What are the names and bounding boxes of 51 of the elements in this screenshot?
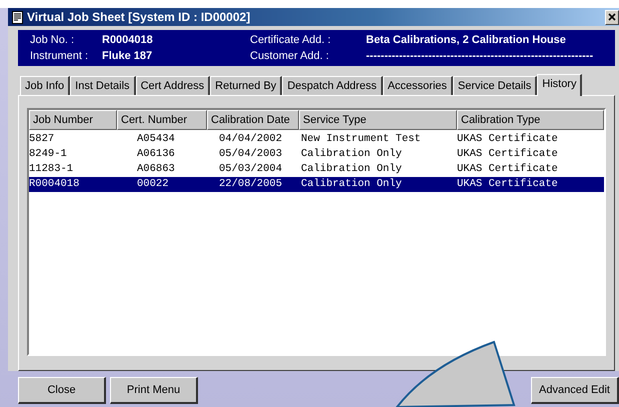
document-icon <box>12 10 23 24</box>
tab[interactable]: Job Info <box>20 76 70 95</box>
tab[interactable]: Inst Details <box>70 76 136 95</box>
tab[interactable]: Service Details <box>452 76 538 95</box>
table-cell-text: UKAS Certificate <box>457 177 559 192</box>
field-label: Certificate Add. : <box>250 33 332 48</box>
field-value: R0004018 <box>102 33 154 48</box>
field-value: Fluke 187 <box>102 49 154 64</box>
tab[interactable]: History <box>537 74 582 96</box>
table-cell-text: 00022 <box>136 177 170 192</box>
table-cell-text: 22/08/2005 <box>218 177 284 192</box>
tab[interactable]: Accessories <box>382 76 453 95</box>
column-header[interactable]: Cert. Number <box>117 110 207 130</box>
column-header[interactable]: Service Type <box>299 110 457 130</box>
table-cell-text: Calibration Only <box>300 177 403 192</box>
table-cell-text: New Instrument Test <box>300 132 422 147</box>
field-label: Instrument : <box>30 49 90 64</box>
table-cell-text: A05434 <box>136 132 176 147</box>
tab[interactable]: Cert Address <box>136 76 210 95</box>
table-row[interactable]: 11283-1 A06863 05/03/2004 Calibration Only UKAS Certificate <box>29 162 604 177</box>
tab[interactable]: Despatch Address <box>282 76 383 95</box>
table-row[interactable]: 5827 A05434 04/04/2002 New Instrument Test UKAS Certificate <box>29 132 604 147</box>
table-row[interactable]: 8249-1 A06136 05/04/2003 Calibration Only UKAS Certificate <box>29 147 604 162</box>
table-row[interactable]: R0004018 00022 22/08/2005 Calibration Only UKAS Certificate <box>29 177 604 192</box>
column-header[interactable]: Calibration Type <box>457 110 604 130</box>
table-cell-text: UKAS Certificate <box>457 162 559 177</box>
close-icon[interactable] <box>605 10 619 24</box>
action-button[interactable]: Print Menu <box>110 377 198 404</box>
column-header[interactable]: Calibration Date <box>207 110 299 130</box>
table-cell-text: A06136 <box>136 147 176 162</box>
action-button[interactable]: Close <box>18 377 106 404</box>
table-cell-text: UKAS Certificate <box>457 132 559 147</box>
table-cell-text: 11283-1 <box>29 162 74 177</box>
field-value: Beta Calibrations, 2 Calibration House <box>366 33 567 48</box>
column-header[interactable]: Job Number <box>29 110 117 130</box>
table-cell-text: R0004018 <box>29 177 80 192</box>
table-cell-text: Calibration Only <box>300 162 403 177</box>
field-label: Customer Add. : <box>250 49 330 64</box>
tab[interactable]: Returned By <box>210 76 282 95</box>
table-cell-text: 8249-1 <box>29 147 68 162</box>
action-button[interactable]: Advanced Edit <box>531 377 619 404</box>
window-title: Virtual Job Sheet [System ID : ID00002] <box>27 10 252 24</box>
table-cell-text: 05/04/2003 <box>218 147 284 162</box>
table-cell-text: A06863 <box>136 162 176 177</box>
table-cell-text: 05/03/2004 <box>218 162 284 177</box>
table-cell-text: UKAS Certificate <box>457 147 559 162</box>
field-value: -------------------------------------------------------------- <box>366 49 594 64</box>
table-cell-text: 04/04/2002 <box>218 132 284 147</box>
field-label: Job No. : <box>30 33 76 48</box>
table-cell-text: Calibration Only <box>300 147 403 162</box>
table-cell-text: 5827 <box>29 132 56 147</box>
